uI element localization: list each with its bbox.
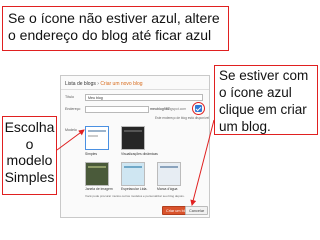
title-input[interactable]: Meu blog <box>85 94 203 101</box>
template-picture-window[interactable] <box>85 162 109 186</box>
address-label: Endereço <box>65 107 81 111</box>
header-divider <box>61 89 209 90</box>
address-suffix: .blogspot.com <box>165 107 187 111</box>
template-thumb-header <box>124 166 142 168</box>
template-name-watermark: Marca d'água <box>157 187 178 191</box>
callout-click-create-text: Se estiver com o ícone azul clique em cr… <box>219 68 309 134</box>
breadcrumb: Lista de blogs › Criar um novo blog <box>65 81 143 87</box>
template-thumb-header <box>88 130 106 132</box>
template-thumb-header <box>124 130 142 132</box>
template-thumb-header <box>88 166 106 168</box>
template-thumb-header <box>160 166 178 168</box>
breadcrumb-separator-icon: › <box>97 81 99 87</box>
footer-note: Você pode procurar muitos outros modelos… <box>85 194 185 198</box>
breadcrumb-blog-list[interactable]: Lista de blogs <box>65 81 96 87</box>
callout-choose-simple: Escolha o modelo Simples <box>2 116 57 195</box>
template-name-awesome-inc: Espetacular Ltda. <box>121 187 148 191</box>
template-name-picture-window: Janela de imagem <box>85 187 113 191</box>
title-label: Título <box>65 95 74 99</box>
template-name-simple: Simples <box>85 152 98 156</box>
template-simple[interactable] <box>85 126 109 150</box>
availability-message: Este endereço de blog está disponível. <box>155 116 210 120</box>
template-thumb-line <box>88 135 98 137</box>
availability-highlight-circle <box>192 102 205 115</box>
cancel-button[interactable]: Cancelar <box>185 206 209 215</box>
template-name-dynamic-views: Visualizações dinâmicas <box>121 152 158 156</box>
template-watermark[interactable] <box>157 162 181 186</box>
template-dynamic-views[interactable] <box>121 126 145 150</box>
breadcrumb-create-new: Criar um novo blog <box>100 81 143 87</box>
address-input[interactable] <box>85 106 149 113</box>
callout-change-address: Se o ícone não estiver azul, altere o en… <box>2 6 229 51</box>
create-blog-dialog: Lista de blogs › Criar um novo blog Títu… <box>60 75 210 218</box>
template-label: Modelo <box>65 128 77 132</box>
template-awesome-inc[interactable] <box>121 162 145 186</box>
callout-click-create: Se estiver com o ícone azul clique em cr… <box>214 65 318 135</box>
callout-choose-simple-text: Escolha o modelo Simples <box>4 119 55 185</box>
callout-change-address-text: Se o ícone não estiver azul, altere o en… <box>8 10 220 44</box>
